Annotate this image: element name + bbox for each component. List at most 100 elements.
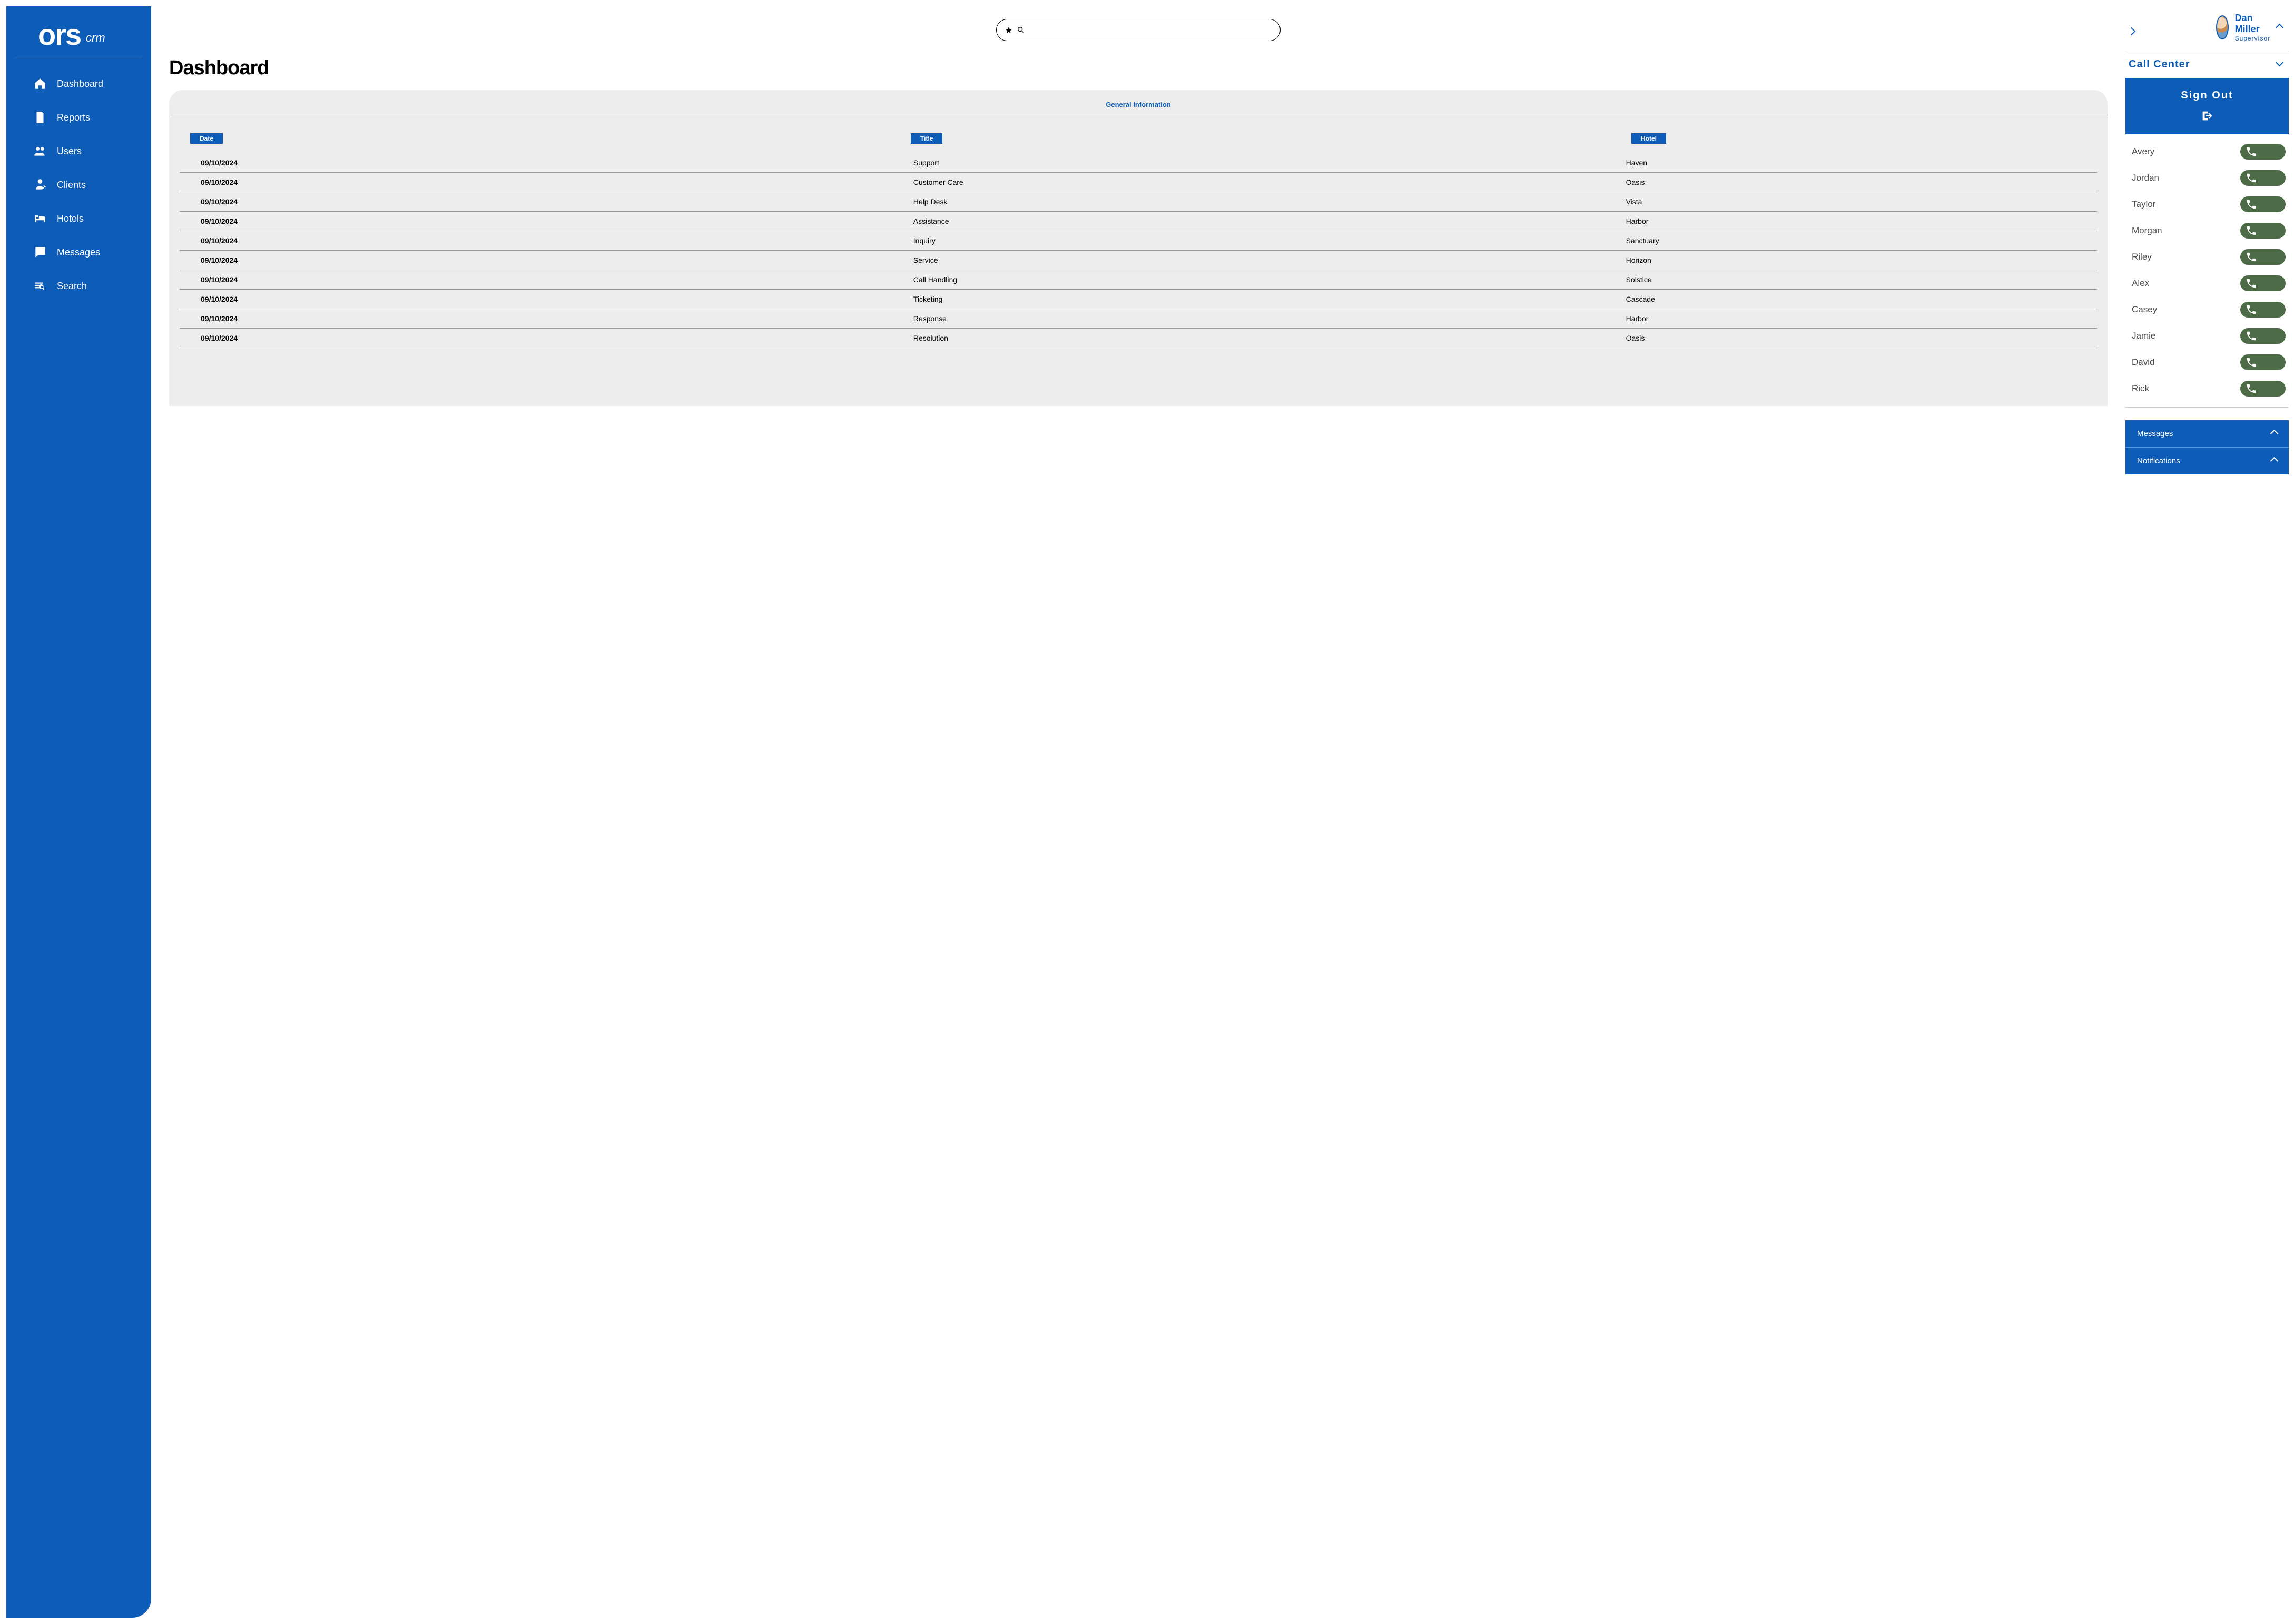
phone-icon — [2246, 357, 2257, 368]
agent-name: Alex — [2132, 278, 2149, 289]
users-icon — [33, 144, 47, 159]
call-center-title: Call Center — [2129, 58, 2190, 71]
sidebar-item-hotels[interactable]: Hotels — [33, 211, 151, 226]
agent-row: Jordan — [2132, 170, 2286, 186]
call-button[interactable] — [2240, 249, 2286, 265]
message-icon — [33, 245, 47, 260]
chevron-up-icon[interactable] — [2277, 23, 2282, 32]
cell-title: Assistance — [913, 217, 1626, 225]
agent-name: Casey — [2132, 304, 2157, 315]
call-button[interactable] — [2240, 302, 2286, 318]
chevron-down-icon — [2277, 58, 2282, 71]
cell-title: Customer Care — [913, 178, 1626, 186]
call-button[interactable] — [2240, 381, 2286, 397]
call-button[interactable] — [2240, 223, 2286, 239]
sidebar-item-label: Messages — [57, 247, 100, 258]
table-row[interactable]: 09/10/2024InquirySanctuary — [180, 231, 2097, 251]
client-icon — [33, 177, 47, 192]
info-table: Date Title Hotel 09/10/2024SupportHaven0… — [169, 115, 2108, 348]
search-list-icon — [33, 279, 47, 293]
call-button[interactable] — [2240, 328, 2286, 344]
sidebar-item-label: Dashboard — [57, 78, 103, 90]
table-row[interactable]: 09/10/2024Help DeskVista — [180, 192, 2097, 212]
table-row[interactable]: 09/10/2024AssistanceHarbor — [180, 212, 2097, 231]
drawer-label: Notifications — [2137, 457, 2180, 466]
cell-title: Ticketing — [913, 295, 1626, 303]
agent-row: David — [2132, 354, 2286, 370]
search-input[interactable] — [996, 19, 1281, 41]
bed-icon — [33, 211, 47, 226]
brand-suffix: crm — [86, 31, 105, 44]
col-header-hotel[interactable]: Hotel — [1631, 133, 1666, 144]
table-row[interactable]: 09/10/2024ServiceHorizon — [180, 251, 2097, 270]
phone-icon — [2246, 225, 2257, 236]
call-center-toggle[interactable]: Call Center — [2125, 51, 2289, 78]
call-button[interactable] — [2240, 354, 2286, 370]
cell-date: 09/10/2024 — [201, 334, 913, 342]
phone-icon — [2246, 278, 2257, 289]
report-icon — [33, 110, 47, 125]
agent-row: Taylor — [2132, 196, 2286, 212]
cell-title: Support — [913, 159, 1626, 167]
agent-row: Casey — [2132, 302, 2286, 318]
cell-title: Service — [913, 256, 1626, 264]
home-icon — [33, 76, 47, 91]
cell-hotel: Sanctuary — [1626, 236, 2076, 245]
col-header-title[interactable]: Title — [911, 133, 942, 144]
chevron-up-icon — [2271, 429, 2277, 439]
table-row[interactable]: 09/10/2024TicketingCascade — [180, 290, 2097, 309]
sidebar-item-users[interactable]: Users — [33, 144, 151, 159]
profile-info: Dan Miller Supervisor — [2235, 13, 2270, 42]
cell-hotel: Cascade — [1626, 295, 2076, 303]
drawer-messages[interactable]: Messages — [2125, 420, 2289, 447]
phone-icon — [2246, 383, 2257, 394]
sidebar-item-reports[interactable]: Reports — [33, 110, 151, 125]
sidebar-item-clients[interactable]: Clients — [33, 177, 151, 192]
cell-title: Call Handling — [913, 275, 1626, 284]
call-button[interactable] — [2240, 275, 2286, 291]
profile-role: Supervisor — [2235, 35, 2270, 42]
cell-hotel: Vista — [1626, 197, 2076, 206]
star-icon — [1005, 26, 1012, 34]
agent-list: AveryJordanTaylorMorganRileyAlexCaseyJam… — [2125, 134, 2289, 408]
agent-row: Rick — [2132, 381, 2286, 397]
table-row[interactable]: 09/10/2024Customer CareOasis — [180, 173, 2097, 192]
panel-header: General Information — [169, 97, 2108, 115]
cell-hotel: Solstice — [1626, 275, 2076, 284]
cell-date: 09/10/2024 — [201, 256, 913, 264]
chevron-up-icon — [2271, 456, 2277, 466]
sidebar-item-search[interactable]: Search — [33, 279, 151, 293]
profile-card[interactable]: Dan Miller Supervisor — [2125, 7, 2289, 51]
chevron-right-icon — [2129, 21, 2210, 34]
agent-name: Avery — [2132, 146, 2154, 157]
agent-name: Taylor — [2132, 199, 2155, 210]
cell-hotel: Oasis — [1626, 334, 2076, 342]
phone-icon — [2246, 146, 2257, 157]
table-row[interactable]: 09/10/2024SupportHaven — [180, 153, 2097, 173]
table-headers: Date Title Hotel — [169, 133, 2108, 153]
phone-icon — [2246, 199, 2257, 210]
sidebar-item-label: Users — [57, 146, 82, 157]
sidebar-item-label: Reports — [57, 112, 90, 123]
cell-hotel: Harbor — [1626, 314, 2076, 323]
col-header-date[interactable]: Date — [190, 133, 223, 144]
sign-out-button[interactable]: Sign Out — [2125, 78, 2289, 134]
drawer-notifications[interactable]: Notifications — [2125, 447, 2289, 474]
sidebar-item-dashboard[interactable]: Dashboard — [33, 76, 151, 91]
brand: ors crm — [15, 20, 143, 58]
page-title: Dashboard — [169, 57, 2108, 80]
profile-name: Dan Miller — [2235, 13, 2270, 35]
table-row[interactable]: 09/10/2024Call HandlingSolstice — [180, 270, 2097, 290]
sidebar-item-messages[interactable]: Messages — [33, 245, 151, 260]
table-row[interactable]: 09/10/2024ResolutionOasis — [180, 329, 2097, 348]
call-button[interactable] — [2240, 144, 2286, 160]
agent-name: Riley — [2132, 252, 2152, 262]
sidebar-item-label: Hotels — [57, 213, 84, 224]
call-button[interactable] — [2240, 170, 2286, 186]
sidebar: ors crm Dashboard Reports Users Cli — [6, 6, 151, 1618]
sidebar-item-label: Search — [57, 281, 87, 292]
call-button[interactable] — [2240, 196, 2286, 212]
cell-date: 09/10/2024 — [201, 295, 913, 303]
table-row[interactable]: 09/10/2024ResponseHarbor — [180, 309, 2097, 329]
cell-date: 09/10/2024 — [201, 275, 913, 284]
